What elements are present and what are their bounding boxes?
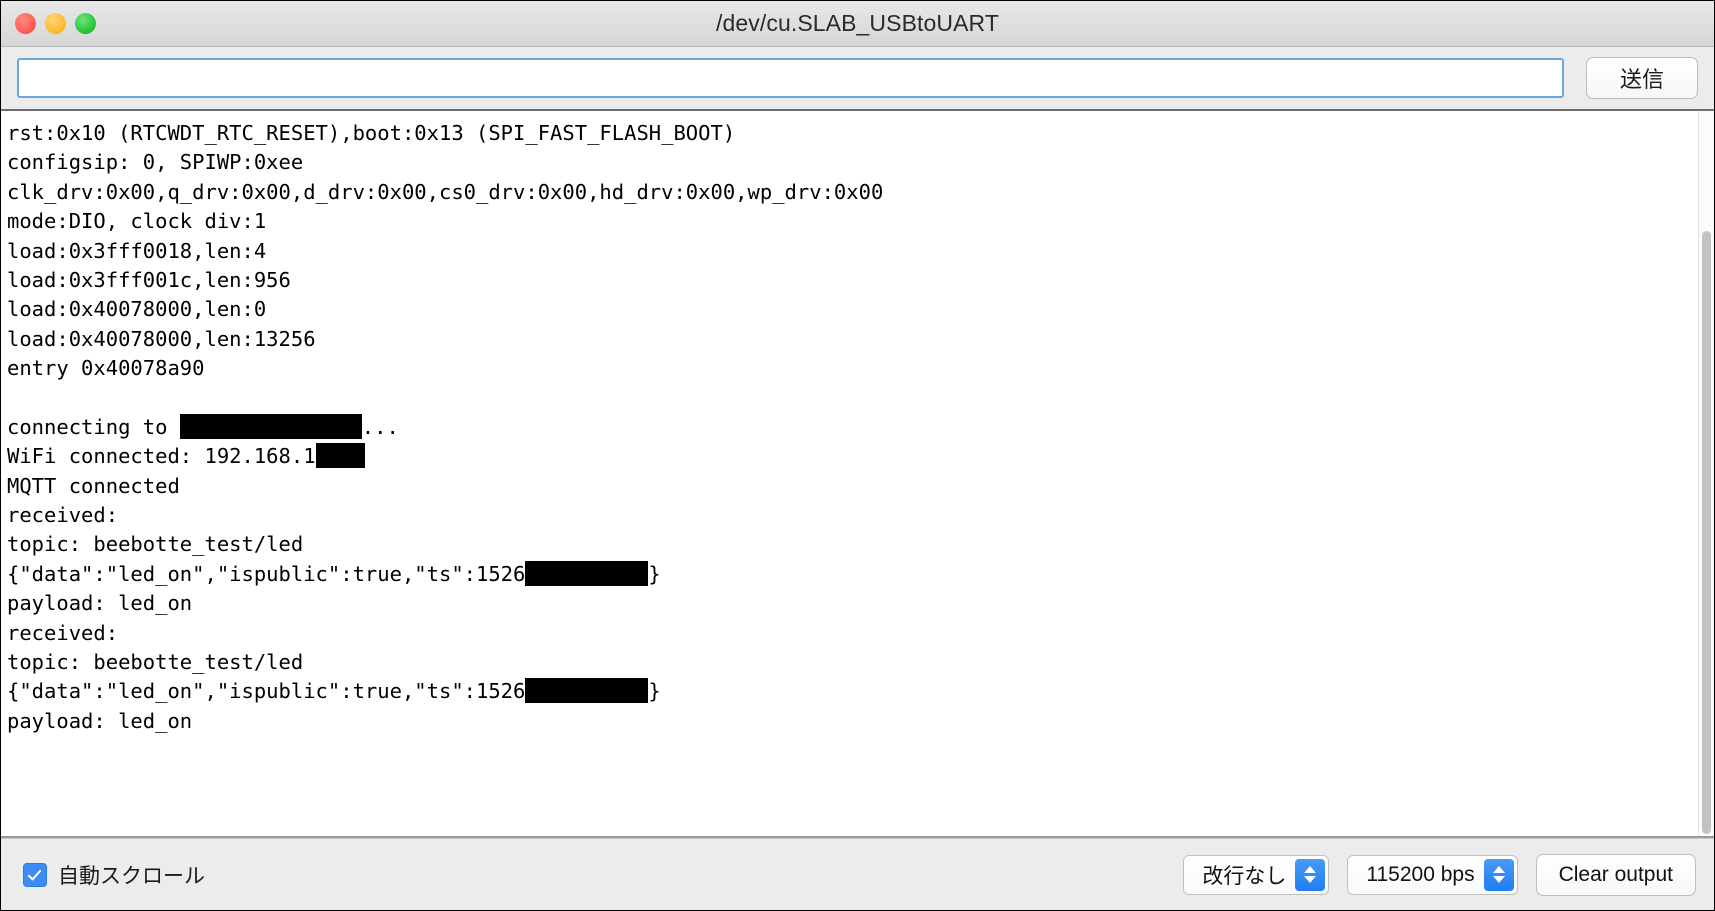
autoscroll-checkbox[interactable] <box>23 862 47 887</box>
console-line: clk_drv:0x00,q_drv:0x00,d_drv:0x00,cs0_d… <box>7 179 884 204</box>
autoscroll-label: 自動スクロール <box>58 864 205 888</box>
console-line: {"data":"led_on","ispublic":true,"ts":15… <box>7 677 1698 706</box>
send-button[interactable]: 送信 <box>1586 57 1698 99</box>
minimize-window-button[interactable] <box>45 13 66 34</box>
console-line: rst:0x10 (RTCWDT_RTC_RESET),boot:0x13 (S… <box>7 121 736 145</box>
console-line-text: WiFi connected: 192.168.1 <box>7 444 316 469</box>
serial-monitor-window: /dev/cu.SLAB_USBtoUART 送信 rst:0x10 (RTCW… <box>0 0 1715 911</box>
close-window-button[interactable] <box>15 13 36 34</box>
console-line: topic: beebotte_test/led <box>7 532 304 557</box>
chevron-up-icon <box>1492 866 1505 873</box>
vertical-scrollbar[interactable] <box>1698 111 1714 836</box>
console-line: load:0x3fff001c,len:956 <box>7 267 291 292</box>
autoscroll-toggle[interactable]: 自動スクロール <box>23 860 205 890</box>
console-line: WiFi connected: 192.168.1 <box>7 442 1698 471</box>
redaction-box <box>525 560 649 586</box>
console-line: load:0x40078000,len:0 <box>7 297 267 322</box>
chevron-updown-icon[interactable] <box>1295 858 1326 891</box>
console-line: mode:DIO, clock div:1 <box>7 209 267 234</box>
console-line: received: <box>7 503 119 528</box>
maximize-window-button[interactable] <box>75 13 96 34</box>
baud-rate-value: 115200 bps <box>1366 862 1475 886</box>
bottom-toolbar-right: 改行なし 115200 bps Clear output <box>1183 853 1696 896</box>
baud-rate-select[interactable]: 115200 bps <box>1347 854 1518 895</box>
console-line: payload: led_on <box>7 708 193 733</box>
console-line: received: <box>7 620 119 645</box>
console-line-text: ... <box>361 414 399 439</box>
redaction-box <box>525 678 649 704</box>
console-line: topic: beebotte_test/led <box>7 650 304 675</box>
send-bar: 送信 <box>1 47 1714 109</box>
console-line: entry 0x40078a90 <box>7 356 205 381</box>
console-line: MQTT connected <box>7 473 180 498</box>
console-line-text: connecting to <box>7 414 180 439</box>
serial-send-input[interactable] <box>17 58 1564 98</box>
console-line-text: } <box>648 561 661 586</box>
console-area: rst:0x10 (RTCWDT_RTC_RESET),boot:0x13 (S… <box>1 109 1714 838</box>
line-ending-select[interactable]: 改行なし <box>1183 854 1330 895</box>
window-title: /dev/cu.SLAB_USBtoUART <box>715 10 1000 36</box>
console-line-text: {"data":"led_on","ispublic":true,"ts":15… <box>7 679 526 704</box>
chevron-down-icon <box>1492 876 1505 883</box>
console-line: connecting to ... <box>7 413 1698 442</box>
chevron-up-icon <box>1304 866 1317 873</box>
console-line: load:0x40078000,len:13256 <box>7 326 316 351</box>
title-bar: /dev/cu.SLAB_USBtoUART <box>1 1 1714 47</box>
console-line-text: {"data":"led_on","ispublic":true,"ts":15… <box>7 561 526 586</box>
chevron-updown-icon[interactable] <box>1483 858 1514 891</box>
bottom-toolbar: 自動スクロール 改行なし 115200 bps Clear output <box>1 838 1714 910</box>
console-line-text: } <box>648 679 661 704</box>
console-output[interactable]: rst:0x10 (RTCWDT_RTC_RESET),boot:0x13 (S… <box>1 111 1698 836</box>
console-line: load:0x3fff0018,len:4 <box>7 238 267 263</box>
redaction-box <box>179 413 362 439</box>
console-line: payload: led_on <box>7 591 193 616</box>
clear-output-button[interactable]: Clear output <box>1535 853 1696 896</box>
console-line: {"data":"led_on","ispublic":true,"ts":15… <box>7 560 1698 589</box>
line-ending-value: 改行なし <box>1202 864 1287 888</box>
scrollbar-thumb[interactable] <box>1702 231 1711 834</box>
chevron-down-icon <box>1304 876 1317 883</box>
redaction-box <box>315 443 365 469</box>
console-line: configsip: 0, SPIWP:0xee <box>7 150 304 175</box>
traffic-lights <box>15 1 96 46</box>
